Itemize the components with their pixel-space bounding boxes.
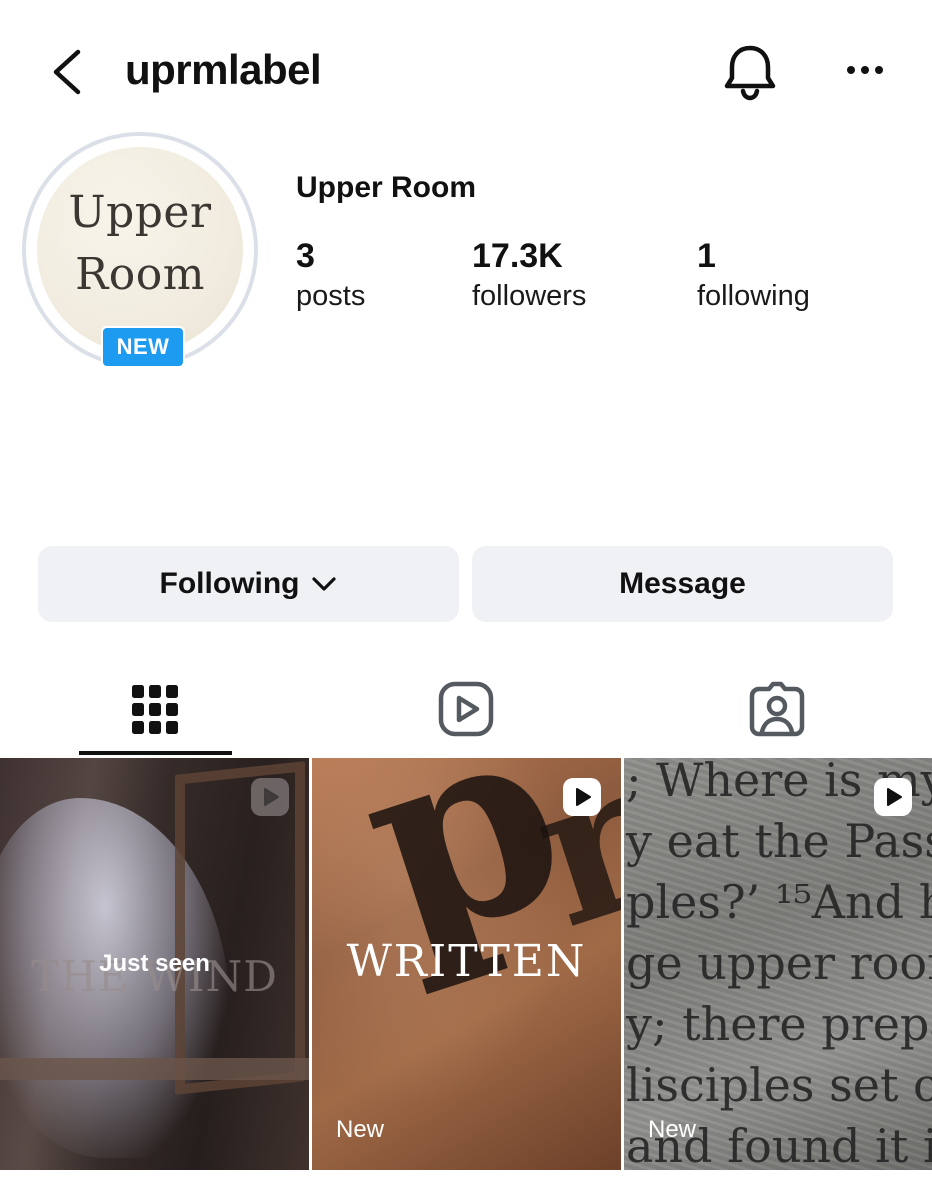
tab-posts-grid[interactable] xyxy=(0,660,310,758)
post-title-text: WRITTEN xyxy=(346,936,587,987)
following-button-label: Following xyxy=(159,567,300,600)
posts-grid: THE WIND Just seen p r WRITTEN New ; Whe… xyxy=(0,758,932,1170)
tab-reels[interactable] xyxy=(310,660,621,758)
back-button[interactable] xyxy=(44,44,92,100)
reel-badge-icon xyxy=(563,778,601,816)
stat-label: following xyxy=(697,280,810,312)
chevron-left-icon xyxy=(53,49,81,95)
new-post-label: New xyxy=(648,1116,697,1143)
more-horizontal-icon xyxy=(847,66,883,74)
profile-tabs xyxy=(0,660,932,758)
profile-screen: uprmlabel Upper Room NEW Upper Room 3 po… xyxy=(0,0,932,1200)
profile-username: uprmlabel xyxy=(125,46,322,93)
scripture-text-image: ; Where is my y eat the Pass ples?’ ¹⁵An… xyxy=(626,758,932,1170)
post-tile[interactable]: ; Where is my y eat the Pass ples?’ ¹⁵An… xyxy=(624,758,932,1170)
reel-badge-icon xyxy=(874,778,912,816)
stat-label: followers xyxy=(472,280,587,312)
tab-tagged[interactable] xyxy=(621,660,932,758)
window-sill-image xyxy=(0,1058,309,1080)
bell-icon xyxy=(724,45,776,101)
more-options-button[interactable] xyxy=(838,50,892,90)
scripture-line: ge upper roon xyxy=(626,936,932,990)
avatar-text-line: Upper xyxy=(68,187,212,238)
stat-label: posts xyxy=(296,280,366,312)
avatar[interactable]: Upper Room xyxy=(37,147,243,353)
post-tile[interactable]: THE WIND Just seen xyxy=(0,758,309,1170)
following-button[interactable]: Following xyxy=(38,546,459,622)
scripture-line: y eat the Pass xyxy=(626,814,932,868)
stat-value: 17.3K xyxy=(472,237,563,275)
chevron-down-icon xyxy=(312,577,337,591)
header: uprmlabel xyxy=(0,0,932,140)
scripture-line: lisciples set o xyxy=(626,1058,932,1112)
active-tab-indicator xyxy=(79,751,232,755)
stat-followers[interactable]: 17.3K followers xyxy=(472,236,586,316)
grid-icon xyxy=(132,685,178,734)
message-button-label: Message xyxy=(619,567,746,600)
message-button[interactable]: Message xyxy=(472,546,893,622)
stat-posts[interactable]: 3 posts xyxy=(296,236,365,316)
scripture-line: y; there prepa xyxy=(626,997,932,1051)
reels-icon xyxy=(438,681,493,737)
avatar-text-line: Room xyxy=(75,249,205,300)
post-tile[interactable]: p r WRITTEN New xyxy=(312,758,621,1170)
stat-value: 3 xyxy=(296,237,315,275)
reel-badge-icon xyxy=(251,778,289,816)
display-name: Upper Room xyxy=(296,171,476,204)
new-post-label: New xyxy=(336,1116,385,1143)
just-seen-label: Just seen xyxy=(99,950,210,977)
stat-value: 1 xyxy=(697,237,716,275)
tagged-icon xyxy=(749,681,804,737)
stat-following[interactable]: 1 following xyxy=(697,236,810,316)
new-badge: NEW xyxy=(101,326,185,368)
notifications-button[interactable] xyxy=(720,40,780,104)
scripture-line: ples?’ ¹⁵And h xyxy=(626,875,932,929)
